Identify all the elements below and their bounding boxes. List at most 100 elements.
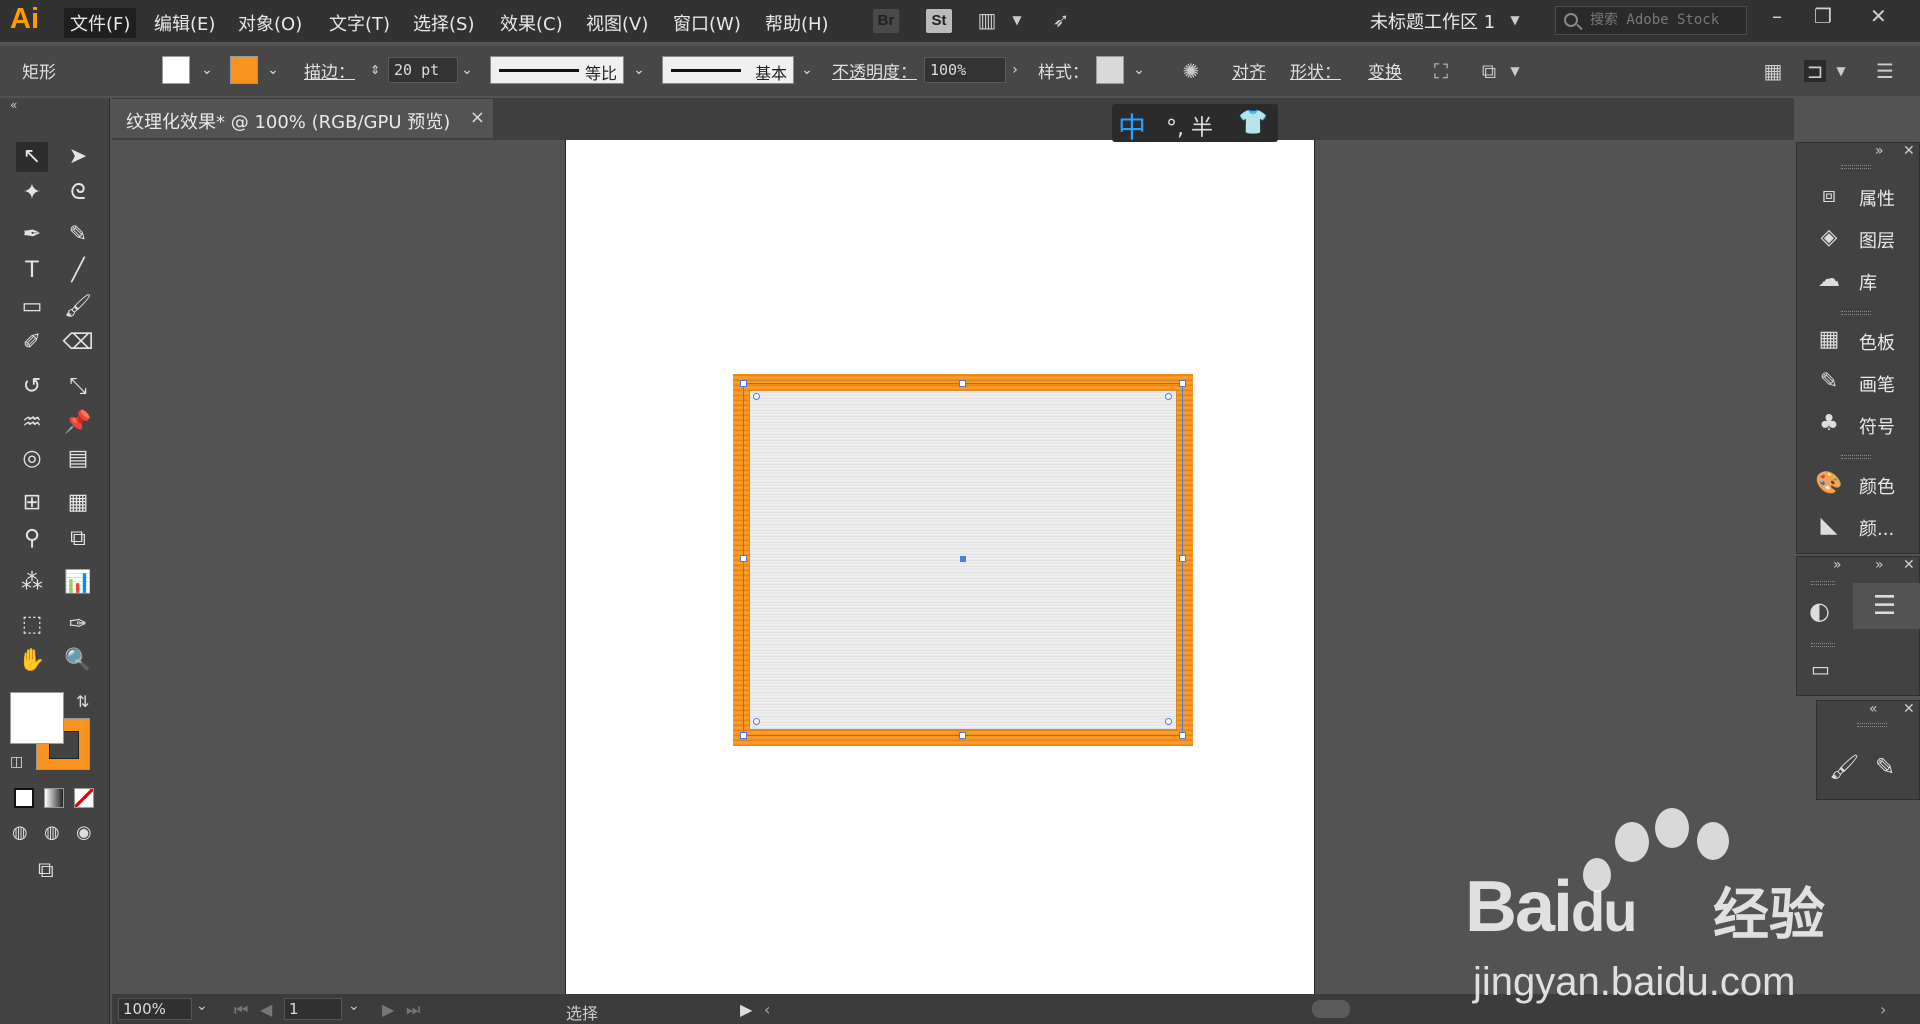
brush-dropdown[interactable]: ⌄ [796, 57, 818, 83]
workspace-switcher[interactable]: 未标题工作区 1 [1370, 8, 1495, 34]
blend-tool-icon[interactable]: ⧉ [62, 524, 94, 554]
slice-tool-icon[interactable]: ✑ [62, 610, 94, 640]
panel-menu-icon[interactable]: ☰ [1874, 60, 1896, 82]
symbol-sprayer-icon[interactable]: ⁂ [16, 568, 48, 598]
chevron-down-icon[interactable]: ▼ [1006, 9, 1028, 31]
scroll-left-icon[interactable]: ‹ [764, 1000, 770, 1019]
graph-tool-icon[interactable]: 📊 [62, 568, 94, 598]
menu-select[interactable]: 选择(S) [407, 8, 480, 38]
isolate-icon[interactable]: ⛶ [1430, 60, 1452, 82]
ime-mode-indicator[interactable]: 中 [1118, 106, 1146, 146]
rectangle-tool-icon[interactable]: ▭ [16, 292, 48, 322]
puppet-warp-icon[interactable]: 📌 [62, 408, 94, 438]
scale-tool-icon[interactable]: ⤡ [62, 372, 94, 402]
opacity-arrow[interactable]: › [1004, 57, 1026, 83]
draw-normal-icon[interactable]: ◍ [12, 822, 28, 843]
variable-width-profile[interactable]: 等比 [490, 56, 624, 84]
resize-handle[interactable] [1179, 732, 1186, 739]
direct-selection-tool-icon[interactable]: ➤ [62, 142, 94, 172]
minimize-icon[interactable]: – [1772, 4, 1782, 28]
panel-grip[interactable] [1811, 643, 1835, 647]
artboard-chevron-icon[interactable]: ⌄ [348, 998, 360, 1014]
resize-handle[interactable] [1179, 555, 1186, 562]
opacity-input[interactable]: 100% [924, 57, 1006, 83]
scroll-right-icon[interactable]: › [1880, 1000, 1886, 1019]
eyedropper-tool-icon[interactable]: ⚲ [16, 524, 48, 554]
panel-toggle-icon[interactable]: ⊐ [1804, 60, 1826, 82]
shape-properties-label[interactable]: 形状： [1290, 58, 1341, 83]
document-tab[interactable]: 纹理化效果* @ 100% (RGB/GPU 预览) × [112, 98, 494, 138]
resize-handle[interactable] [959, 380, 966, 387]
menu-help[interactable]: 帮助(H) [759, 8, 835, 38]
curvature-tool-icon[interactable]: ✎ [62, 220, 94, 250]
stroke-weight-dropdown[interactable]: ⌄ [456, 57, 478, 83]
resize-handle[interactable] [740, 732, 747, 739]
corner-radius-widget[interactable] [1165, 718, 1172, 725]
arrange-documents-icon[interactable]: ▥ [976, 9, 998, 31]
menu-effect[interactable]: 效果(C) [494, 8, 569, 38]
menu-edit[interactable]: 编辑(E) [148, 8, 221, 38]
opacity-label[interactable]: 不透明度： [832, 58, 917, 83]
gradient-panel-icon[interactable]: ▭ [1811, 657, 1830, 681]
type-tool-icon[interactable]: T [16, 256, 48, 286]
panel-grip[interactable] [1841, 311, 1871, 315]
bridge-icon[interactable]: Br [873, 9, 899, 33]
resize-handle[interactable] [740, 555, 747, 562]
panel-grip[interactable] [1857, 723, 1887, 727]
menu-object[interactable]: 对象(O) [232, 8, 308, 38]
workspace-chevron-icon[interactable]: ▼ [1504, 9, 1526, 31]
none-mode-icon[interactable] [74, 788, 94, 808]
panel-libraries[interactable]: ☁ 库 [1815, 261, 1920, 301]
ime-punctuation[interactable]: °, 半 [1166, 110, 1213, 142]
prev-artboard-icon[interactable]: ◀ [260, 1000, 272, 1019]
gradient-tool-icon[interactable]: ▦ [62, 488, 94, 518]
stroke-weight-stepper[interactable]: ⇕ [364, 57, 386, 83]
panel-chevron-icon[interactable]: ▼ [1830, 60, 1852, 82]
hand-tool-icon[interactable]: ✋ [16, 646, 48, 676]
panel-grip[interactable] [1841, 455, 1871, 459]
next-artboard-icon[interactable]: ▶ [382, 1000, 394, 1019]
expand-panels-icon[interactable]: » [1833, 557, 1842, 573]
status-menu-arrow-icon[interactable]: ▶ [740, 1000, 752, 1019]
stroke-swatch[interactable] [230, 56, 258, 84]
pen-tool-icon[interactable]: ✒ [16, 220, 48, 250]
draw-behind-icon[interactable]: ◍ [44, 822, 60, 843]
resize-handle[interactable] [740, 380, 747, 387]
shape-builder-icon[interactable]: ◎ [16, 444, 48, 474]
select-similar-icon[interactable]: ⧉ [1478, 60, 1500, 82]
horizontal-scrollbar-thumb[interactable] [1312, 1000, 1350, 1018]
align-label[interactable]: 对齐 [1232, 58, 1266, 83]
stroke-weight-input[interactable]: 20 pt [388, 57, 458, 83]
collapse-toolbar-icon[interactable]: « [10, 98, 17, 112]
panel-grip[interactable] [1841, 165, 1871, 169]
graphic-style-swatch[interactable] [1096, 56, 1124, 84]
panel-swatches[interactable]: ▦ 色板 [1815, 321, 1920, 361]
stock-icon[interactable]: St [926, 9, 952, 33]
fill-color-swatch[interactable] [10, 692, 64, 744]
stock-search-input[interactable]: 搜索 Adobe Stock [1555, 6, 1747, 35]
close-panels-icon[interactable]: ✕ [1903, 557, 1915, 573]
artboard-tool-icon[interactable]: ⬚ [16, 610, 48, 640]
collapse-panels-icon[interactable]: « [1869, 701, 1878, 717]
warp-tool-icon[interactable]: ♒ [16, 408, 48, 438]
close-window-icon[interactable]: ✕ [1870, 4, 1887, 28]
expand-panels-icon[interactable]: » [1875, 557, 1884, 573]
swap-colors-icon[interactable]: ⇅ [76, 692, 89, 711]
brush-icon[interactable]: 🖌 [1829, 753, 1859, 781]
default-colors-icon[interactable]: ◫ [10, 754, 23, 770]
brush-definition[interactable]: 基本 [662, 56, 794, 84]
skin-icon[interactable]: 👕 [1238, 108, 1268, 136]
gpu-performance-icon[interactable]: ➶ [1050, 9, 1072, 31]
style-dropdown[interactable]: ⌄ [1128, 57, 1150, 83]
panel-symbols[interactable]: ♣ 符号 [1815, 405, 1920, 445]
panel-brushes[interactable]: ✎ 画笔 [1815, 363, 1920, 403]
shaper-tool-icon[interactable]: ✐ [16, 328, 48, 358]
first-artboard-icon[interactable]: ⏮ [234, 1000, 248, 1020]
eraser-tool-icon[interactable]: ⌫ [62, 328, 94, 358]
close-panels-icon[interactable]: ✕ [1903, 701, 1915, 717]
menu-window[interactable]: 窗口(W) [667, 8, 747, 38]
lasso-tool-icon[interactable]: ᘓ [62, 178, 94, 208]
stroke-label[interactable]: 描边： [304, 58, 355, 83]
last-artboard-icon[interactable]: ⏭ [406, 1000, 420, 1020]
fill-dropdown[interactable]: ⌄ [196, 57, 218, 83]
